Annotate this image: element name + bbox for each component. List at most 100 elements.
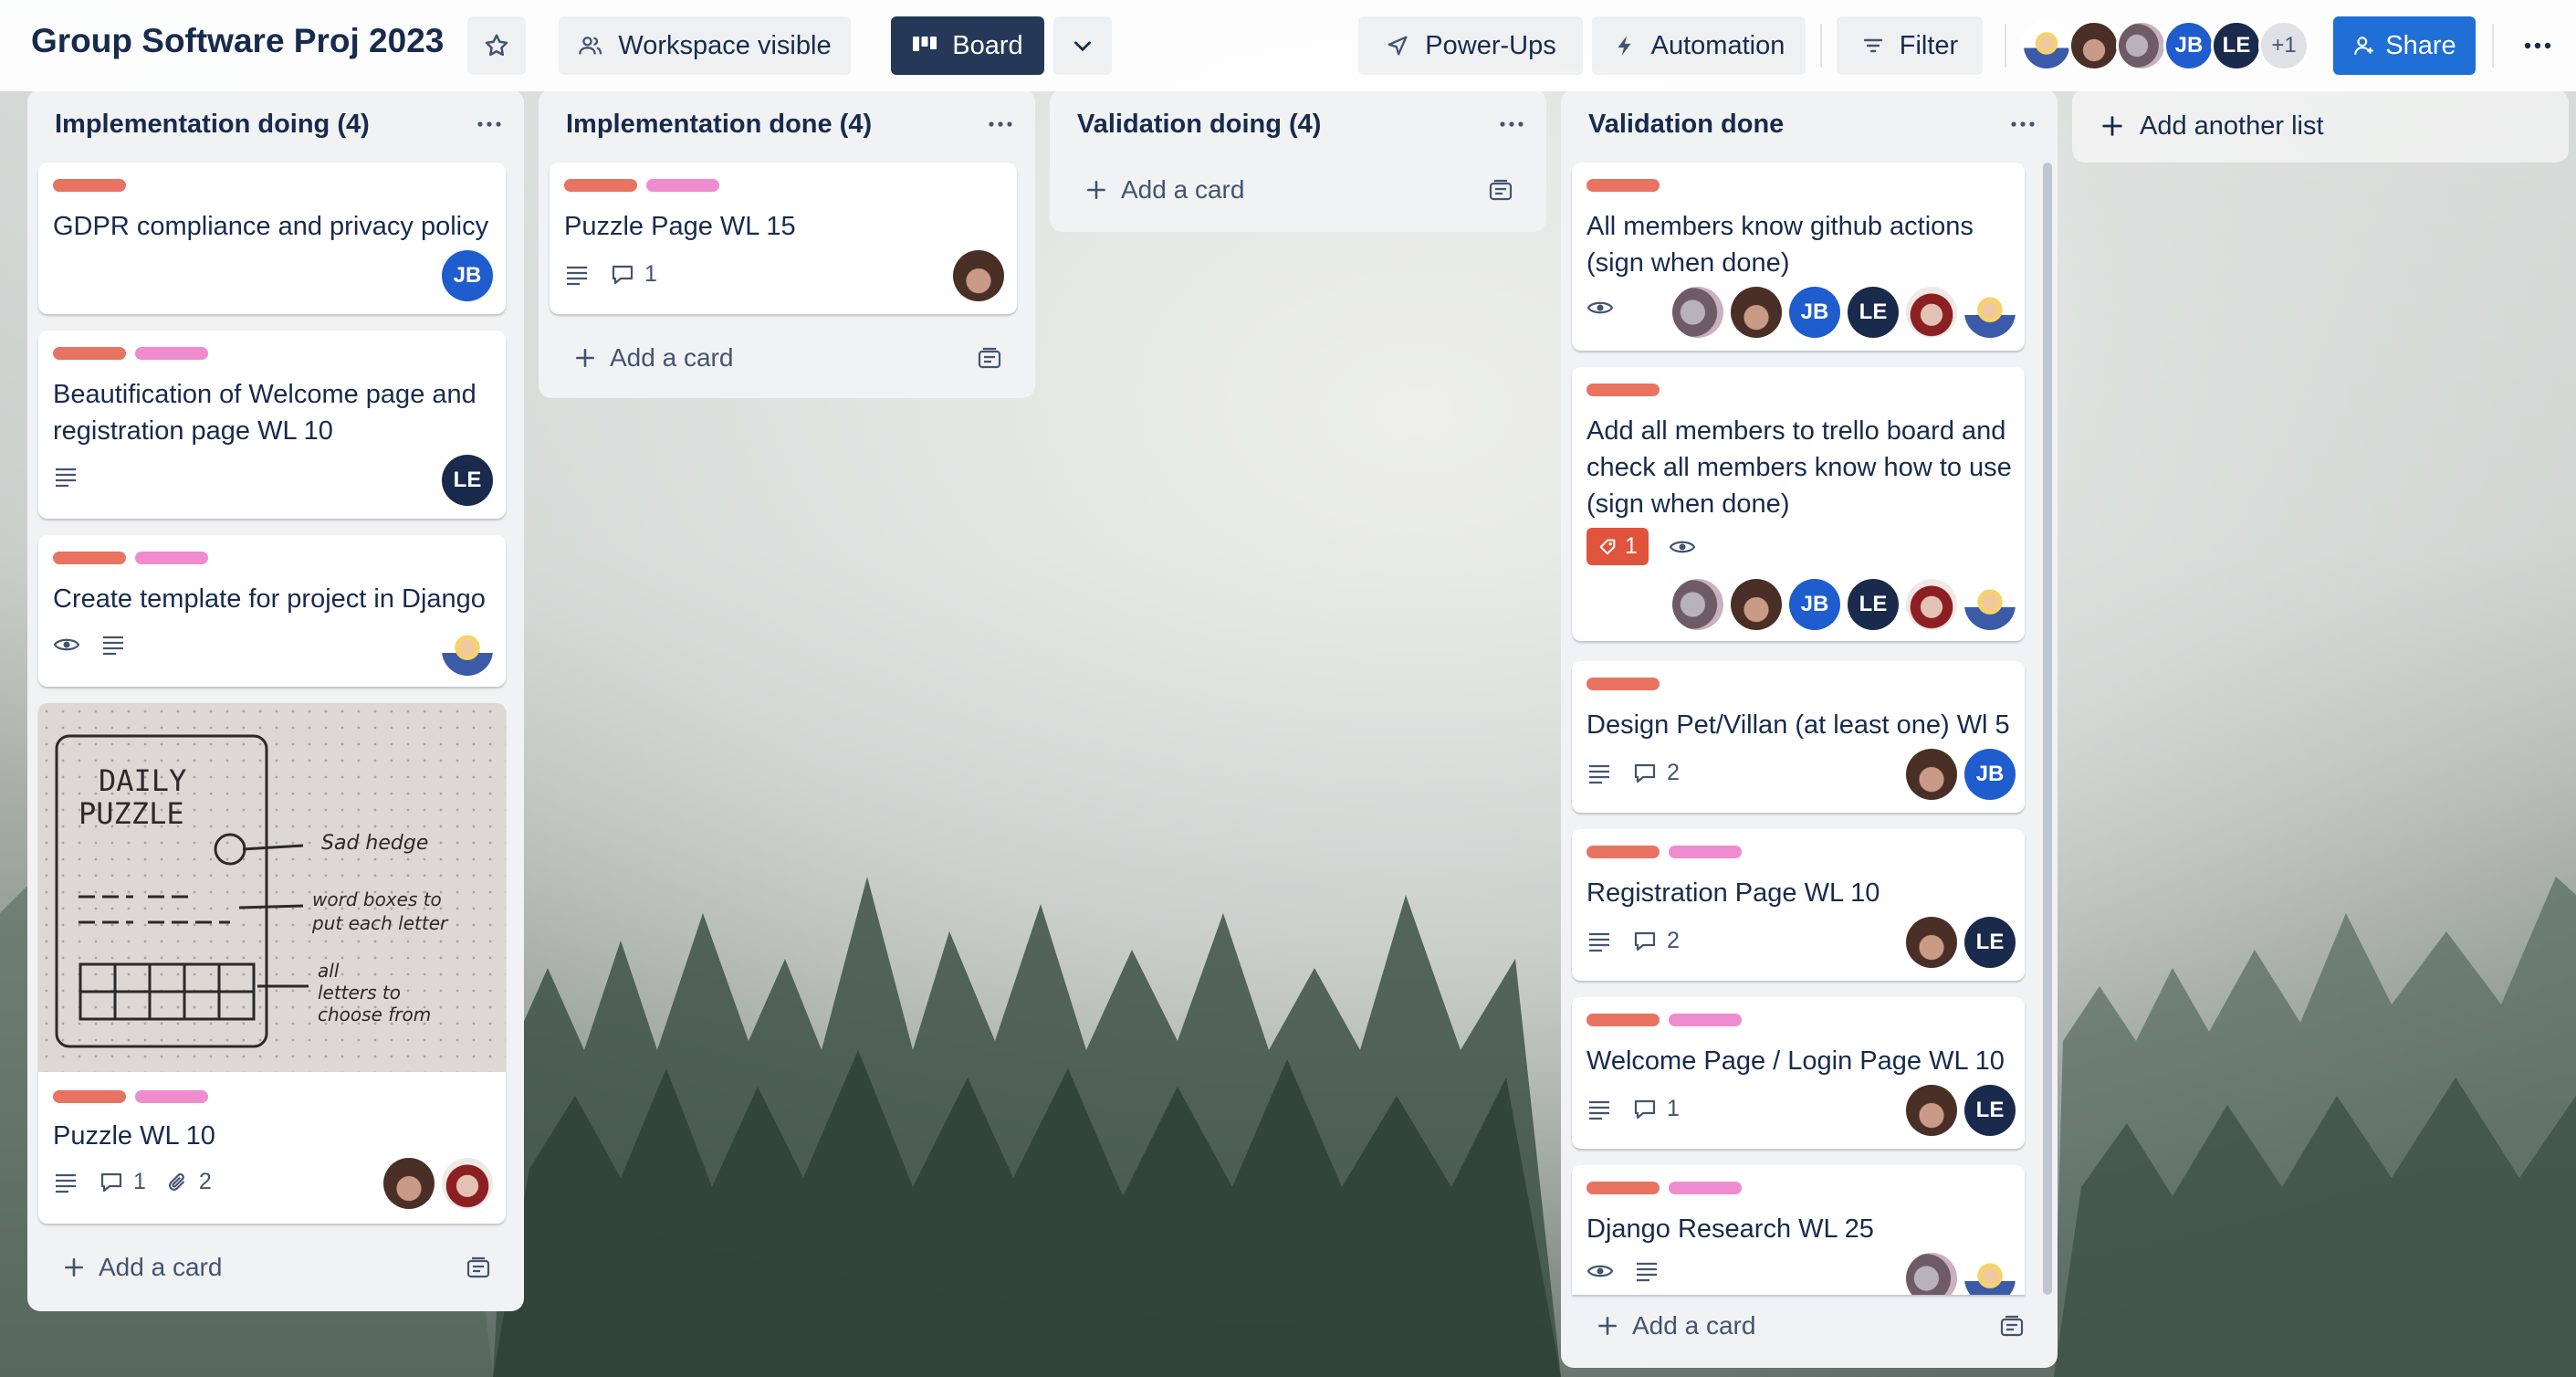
member-avatar[interactable] (1672, 287, 1723, 338)
label-red[interactable] (1586, 179, 1660, 192)
filter-button[interactable]: Filter (1837, 16, 1983, 75)
label-pink[interactable] (646, 179, 719, 192)
member-avatar[interactable] (1964, 1253, 2016, 1295)
more-icon (477, 121, 501, 127)
due-flag-badge[interactable]: 1 (1586, 528, 1649, 565)
member-avatar[interactable] (1964, 287, 2016, 338)
label-pink[interactable] (135, 1090, 208, 1103)
label-red[interactable] (1586, 846, 1660, 858)
label-red[interactable] (53, 347, 126, 360)
member-avatar[interactable] (2116, 20, 2167, 71)
member-avatar-jb[interactable]: JB (1789, 579, 1840, 630)
automation-button[interactable]: Automation (1592, 16, 1806, 75)
label-pink[interactable] (1669, 1014, 1742, 1026)
member-avatar[interactable] (1906, 1253, 1957, 1295)
members-more-count[interactable]: +1 (2258, 20, 2309, 71)
list-scrollbar[interactable] (2043, 163, 2052, 1295)
card[interactable]: Add all members to trello board and chec… (1572, 367, 2025, 641)
member-avatar-le[interactable]: LE (442, 455, 493, 506)
template-icon[interactable] (1999, 1315, 2025, 1339)
card-labels (53, 552, 208, 564)
card[interactable]: Beautification of Welcome page and regis… (38, 331, 506, 519)
board-view-button[interactable]: Board (891, 16, 1044, 75)
card[interactable]: Welcome Page / Login Page WL 10 1 LE (1572, 997, 2025, 1149)
list-menu-button[interactable] (2005, 106, 2041, 142)
member-avatar[interactable] (2068, 20, 2120, 71)
member-avatar-le[interactable]: LE (1848, 287, 1899, 338)
card-title: Add all members to trello board and chec… (1586, 416, 2012, 519)
label-red[interactable] (1586, 1182, 1660, 1194)
card[interactable]: Django Research WL 25 (1572, 1165, 2025, 1295)
list-title[interactable]: Validation doing (4) (1077, 110, 1321, 140)
add-card-label: Add a card (1121, 175, 1245, 204)
member-avatar-jb[interactable]: JB (442, 250, 493, 301)
label-red[interactable] (53, 179, 126, 192)
label-red[interactable] (53, 1090, 126, 1103)
list-title[interactable]: Validation done (1588, 110, 1784, 140)
card[interactable]: Registration Page WL 10 2 LE (1572, 829, 2025, 981)
member-avatar[interactable] (1731, 287, 1782, 338)
card-title: Design Pet/Villan (at least one) Wl 5 (1586, 710, 2010, 740)
list-implementation-doing: Implementation doing (4) GDPR compliance… (27, 89, 524, 1311)
member-avatar[interactable] (1906, 287, 1957, 338)
label-red[interactable] (564, 179, 637, 192)
list-title[interactable]: Implementation done (4) (566, 110, 872, 140)
card-members: JB LE (1672, 579, 2016, 630)
member-avatar-le[interactable]: LE (1848, 579, 1899, 630)
member-avatar[interactable] (1672, 579, 1723, 630)
member-avatar[interactable] (1964, 579, 2016, 630)
label-pink[interactable] (135, 347, 208, 360)
member-avatar-le[interactable]: LE (2211, 20, 2262, 71)
label-red[interactable] (1586, 384, 1660, 396)
label-red[interactable] (1586, 1014, 1660, 1026)
list-menu-button[interactable] (982, 106, 1019, 142)
label-pink[interactable] (1669, 846, 1742, 858)
add-card-button[interactable]: Add a card (40, 1240, 511, 1295)
member-avatar[interactable] (442, 1158, 493, 1209)
member-avatar-jb[interactable]: JB (2163, 20, 2215, 71)
board-title[interactable]: Group Software Proj 2023 (31, 22, 444, 60)
member-avatar[interactable] (1906, 579, 1957, 630)
label-pink[interactable] (1669, 1182, 1742, 1194)
card[interactable]: All members know github actions (sign wh… (1572, 163, 2025, 351)
star-icon (485, 34, 508, 57)
workspace-icon (579, 37, 602, 55)
add-list-button[interactable]: Add another list (2072, 89, 2569, 163)
list-menu-button[interactable] (1493, 106, 1530, 142)
list-title[interactable]: Implementation doing (4) (55, 110, 370, 140)
board-menu-button[interactable] (2508, 16, 2567, 75)
member-avatar[interactable] (1906, 749, 1957, 800)
member-avatar-le[interactable]: LE (1964, 1085, 2016, 1136)
star-button[interactable] (467, 16, 526, 75)
member-avatar-jb[interactable]: JB (1789, 287, 1840, 338)
share-button[interactable]: Share (2333, 16, 2476, 75)
card[interactable]: Puzzle Page WL 15 1 (550, 163, 1017, 314)
member-avatar[interactable] (1906, 1085, 1957, 1136)
template-icon[interactable] (1488, 179, 1513, 203)
label-red[interactable] (1586, 678, 1660, 690)
label-pink[interactable] (135, 552, 208, 564)
template-icon[interactable] (466, 1256, 491, 1280)
card[interactable]: Design Pet/Villan (at least one) Wl 5 2 … (1572, 661, 2025, 813)
member-avatar[interactable] (953, 250, 1004, 301)
member-avatar[interactable] (2021, 20, 2072, 71)
views-dropdown-button[interactable] (1053, 16, 1112, 75)
member-avatar-le[interactable]: LE (1964, 917, 2016, 968)
member-avatar[interactable] (383, 1158, 435, 1209)
member-avatar[interactable] (442, 625, 493, 676)
visibility-button[interactable]: Workspace visible (559, 16, 851, 75)
label-red[interactable] (53, 552, 126, 564)
card[interactable]: DAILY PUZZLE Sad hedge word boxes to put… (38, 703, 506, 1224)
template-icon[interactable] (977, 347, 1002, 371)
member-avatar-jb[interactable]: JB (1964, 749, 2016, 800)
member-avatar[interactable] (1906, 917, 1957, 968)
add-card-label: Add a card (99, 1253, 223, 1281)
list-menu-button[interactable] (471, 106, 508, 142)
add-card-button[interactable]: Add a card (551, 331, 1022, 385)
add-card-button[interactable]: Add a card (1063, 163, 1534, 217)
card[interactable]: Create template for project in Django (38, 535, 506, 687)
add-card-button[interactable]: Add a card (1574, 1298, 2045, 1353)
powerups-button[interactable]: Power-Ups (1358, 16, 1583, 75)
member-avatar[interactable] (1731, 579, 1782, 630)
card[interactable]: GDPR compliance and privacy policy JB (38, 163, 506, 314)
